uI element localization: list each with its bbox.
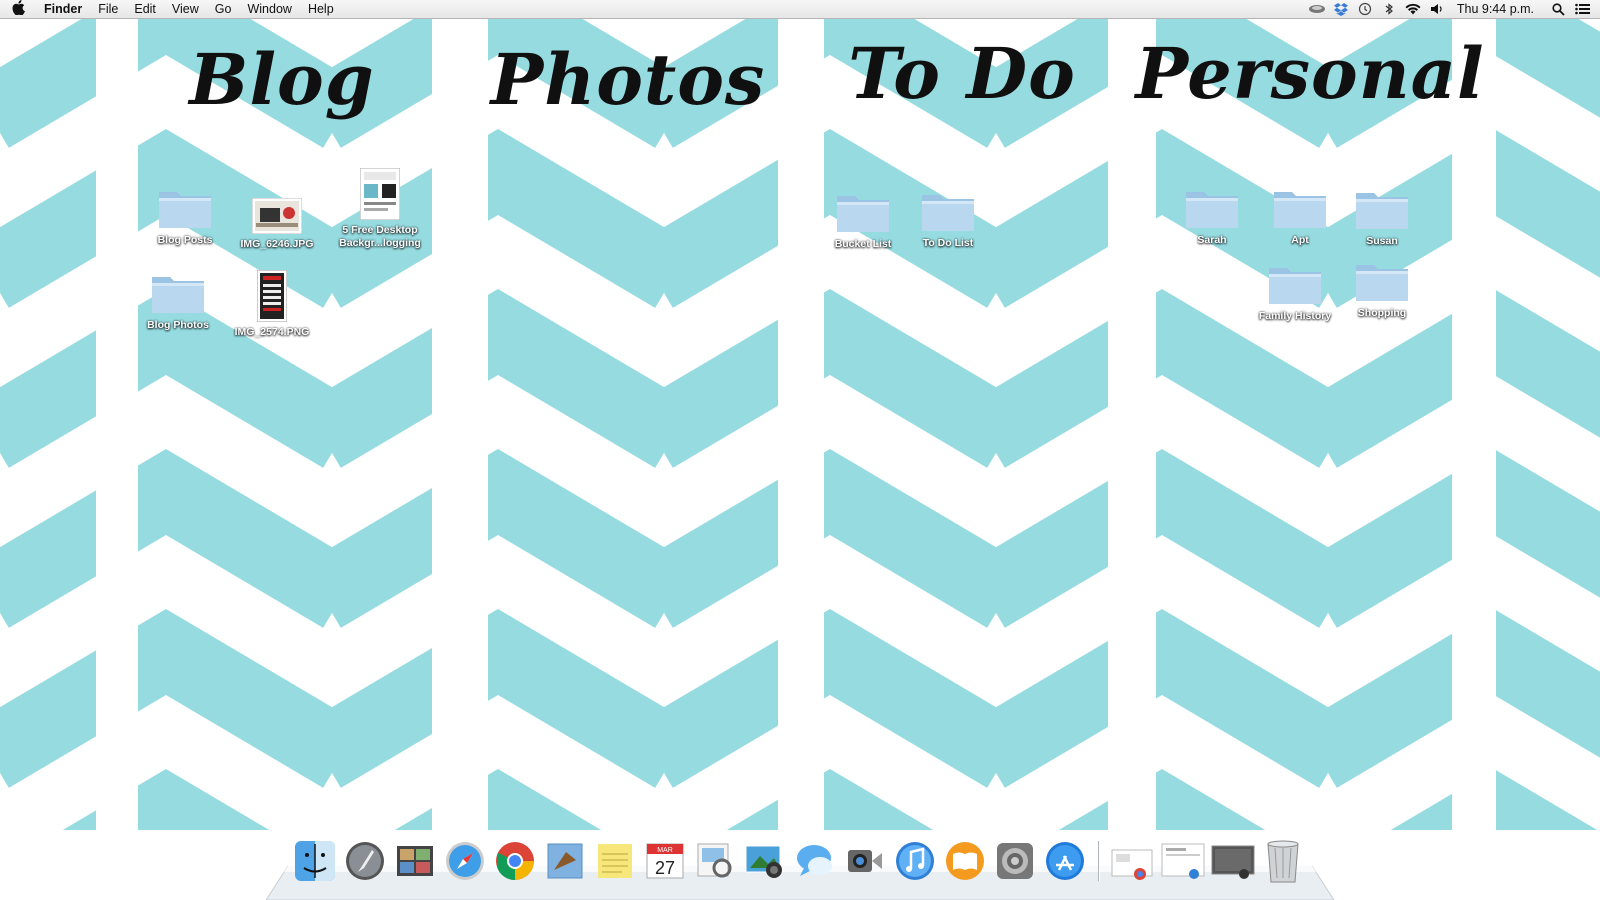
apple-menu-icon[interactable] — [0, 0, 36, 18]
calendar-month: MAR — [657, 847, 673, 854]
wifi-icon[interactable] — [1401, 0, 1425, 18]
icon-label: Bucket List — [834, 238, 892, 250]
desktop[interactable]: Finder File Edit View Go Window Help Thu… — [0, 0, 1600, 900]
folder-icon — [1352, 251, 1412, 303]
image-thumbnail-icon — [242, 266, 302, 322]
edit-menu[interactable]: Edit — [126, 0, 164, 18]
folder-family-history[interactable]: Family History — [1245, 254, 1345, 323]
folder-icon — [1352, 179, 1412, 231]
dock: MAR 27 — [266, 832, 1334, 900]
dock-separator — [1094, 838, 1104, 884]
calendar-icon[interactable]: MAR 27 — [642, 838, 688, 884]
launchpad-icon[interactable] — [342, 838, 388, 884]
clock[interactable]: Thu 9:44 p.m. — [1449, 2, 1546, 16]
list-icon[interactable] — [1570, 0, 1594, 18]
folder-icon — [148, 263, 208, 315]
icon-label: To Do List — [922, 237, 974, 249]
file-5-free-desktop-backgrounds[interactable]: 5 Free Desktop Backgr...logging — [330, 168, 430, 250]
folder-susan[interactable]: Susan — [1332, 179, 1432, 248]
section-title-todo: To Do — [848, 32, 1076, 115]
calendar-day: 27 — [655, 858, 675, 878]
search-icon[interactable] — [1546, 0, 1570, 18]
file-menu[interactable]: File — [90, 0, 126, 18]
chrome-icon[interactable] — [492, 838, 538, 884]
finder-icon[interactable] — [292, 838, 338, 884]
icon-label: Blog Posts — [157, 234, 213, 246]
ibooks-icon[interactable] — [942, 838, 988, 884]
bluetooth-icon[interactable] — [1377, 0, 1401, 18]
stickies-icon[interactable] — [592, 838, 638, 884]
icon-label: Family History — [1258, 310, 1332, 322]
folder-sarah[interactable]: Sarah — [1162, 178, 1262, 247]
volume-icon[interactable] — [1425, 0, 1449, 18]
menu-bar: Finder File Edit View Go Window Help Thu… — [0, 0, 1600, 19]
finder-menu[interactable]: Finder — [36, 0, 90, 18]
preview-icon[interactable] — [692, 838, 738, 884]
folder-icon — [1265, 254, 1325, 306]
time-machine-icon[interactable] — [1353, 0, 1377, 18]
icon-label: IMG_2574.PNG — [234, 326, 310, 338]
image-thumbnail-icon — [247, 182, 307, 234]
folder-blog-photos[interactable]: Blog Photos — [128, 263, 228, 332]
mail-icon[interactable] — [542, 838, 588, 884]
app-store-icon[interactable] — [1042, 838, 1088, 884]
safari-icon[interactable] — [442, 838, 488, 884]
folder-blog-posts[interactable]: Blog Posts — [135, 178, 235, 247]
documents-stack-icon[interactable] — [1160, 838, 1206, 884]
section-title-photos: Photos — [490, 38, 766, 121]
file-img-2574[interactable]: IMG_2574.PNG — [222, 266, 322, 339]
icon-label: Apt — [1291, 234, 1309, 246]
glasses-icon[interactable] — [1305, 0, 1329, 18]
trash-icon[interactable] — [1260, 838, 1306, 884]
facetime-icon[interactable] — [842, 838, 888, 884]
view-menu[interactable]: View — [164, 0, 207, 18]
icon-label: Blog Photos — [147, 319, 209, 331]
file-img-6246[interactable]: IMG_6246.JPG — [227, 182, 327, 251]
icon-label: Shopping — [1357, 307, 1407, 319]
dropbox-icon[interactable] — [1329, 0, 1353, 18]
icon-label: IMG_6246.JPG — [240, 238, 314, 250]
screen-stack-icon[interactable] — [1210, 838, 1256, 884]
downloads-stack-icon[interactable] — [1110, 838, 1156, 884]
folder-to-do-list[interactable]: To Do List — [898, 181, 998, 250]
system-preferences-icon[interactable] — [992, 838, 1038, 884]
help-menu[interactable]: Help — [300, 0, 342, 18]
chevron-wallpaper — [0, 0, 1600, 900]
folder-icon — [1182, 178, 1242, 230]
messages-icon[interactable] — [792, 838, 838, 884]
folder-icon — [1270, 178, 1330, 230]
itunes-icon[interactable] — [892, 838, 938, 884]
document-thumbnail-icon — [350, 168, 410, 220]
icon-label: Susan — [1366, 235, 1398, 247]
iphoto-icon[interactable] — [742, 838, 788, 884]
folder-icon — [918, 181, 978, 233]
section-title-blog: Blog — [189, 38, 375, 121]
icon-label-line1: 5 Free Desktop — [342, 224, 418, 236]
photo-booth-icon[interactable] — [392, 838, 438, 884]
icon-label: 5 Free Desktop Backgr...logging — [339, 224, 421, 250]
icon-label-line2: Backgr...logging — [339, 237, 421, 249]
icon-label: Sarah — [1197, 234, 1227, 246]
folder-icon — [155, 178, 215, 230]
folder-shopping[interactable]: Shopping — [1332, 251, 1432, 320]
window-menu[interactable]: Window — [239, 0, 299, 18]
go-menu[interactable]: Go — [207, 0, 240, 18]
section-title-personal: Personal — [1135, 32, 1485, 115]
folder-icon — [833, 182, 893, 234]
